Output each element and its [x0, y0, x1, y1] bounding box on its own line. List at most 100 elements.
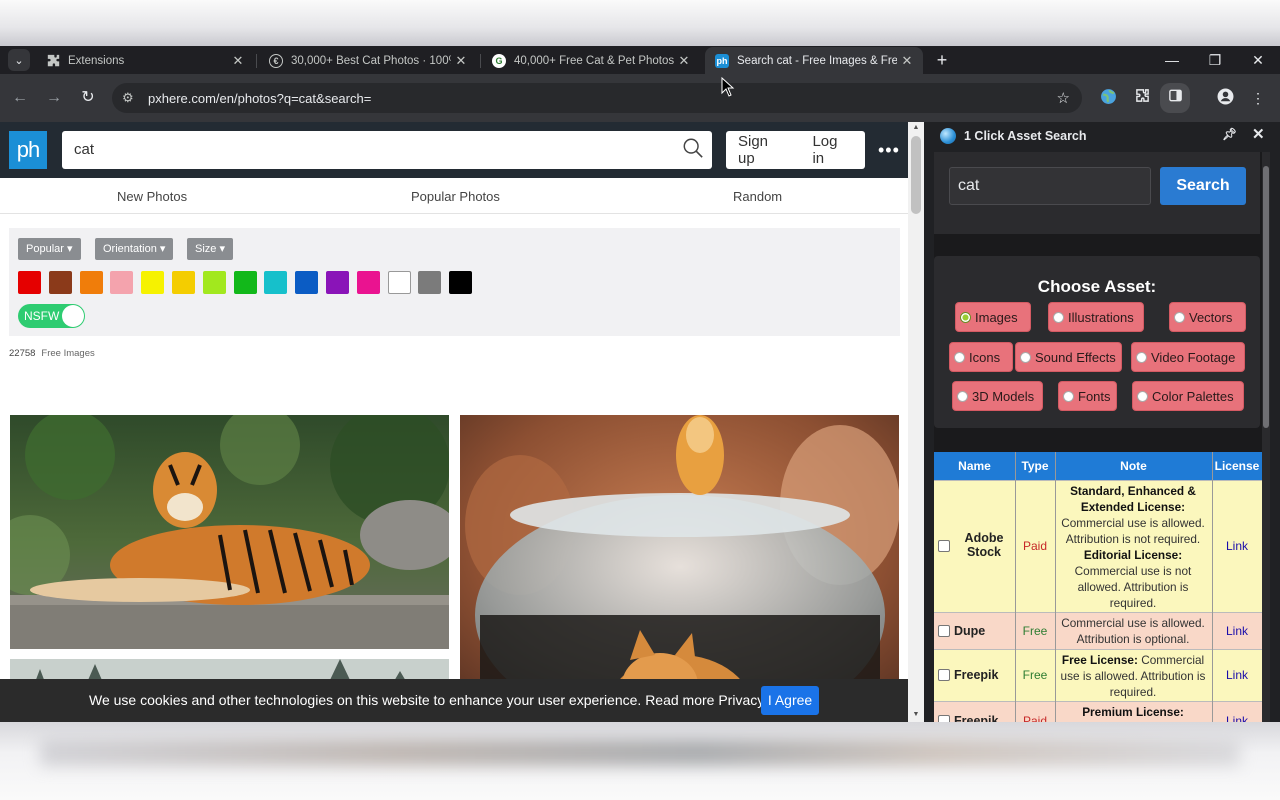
photo-cat-fishbowl[interactable]	[460, 415, 899, 722]
color-swatch[interactable]	[18, 271, 41, 294]
tab-cat-photos-1[interactable]: € 30,000+ Best Cat Photos · 100% Free ✕	[259, 47, 477, 74]
color-swatch[interactable]	[356, 271, 380, 294]
site-logo[interactable]: ph	[9, 131, 47, 169]
radio-icon[interactable]	[960, 311, 971, 323]
minimize-button[interactable]: —	[1152, 48, 1192, 72]
row-checkbox[interactable]	[938, 540, 950, 552]
address-bar[interactable]: ⚙ pxhere.com/en/photos?q=cat&search= ☆	[112, 83, 1082, 113]
color-swatch[interactable]	[264, 271, 288, 294]
extension-scrollbar[interactable]	[1262, 152, 1270, 722]
profile-icon[interactable]	[1215, 88, 1235, 108]
color-swatch[interactable]	[449, 271, 473, 294]
pin-icon[interactable]: 📌︎	[1222, 127, 1237, 141]
color-swatch[interactable]	[418, 271, 442, 294]
radio-icon[interactable]	[1137, 390, 1148, 402]
window-close-button[interactable]: ✕	[1238, 48, 1278, 72]
radio-icon[interactable]	[1136, 351, 1147, 363]
header-note: Note	[1120, 459, 1147, 473]
radio-icon[interactable]	[1063, 390, 1074, 402]
asset-option-color-palettes[interactable]: Color Palettes	[1132, 381, 1244, 411]
ph-logo-icon: ph	[715, 53, 729, 68]
photo-tiger[interactable]	[10, 415, 449, 649]
color-swatch[interactable]	[202, 271, 226, 294]
row-checkbox[interactable]	[938, 715, 950, 722]
signup-link[interactable]: Sign up	[726, 133, 800, 167]
row-checkbox[interactable]	[938, 669, 950, 681]
asset-option-3d-models[interactable]: 3D Models	[952, 381, 1043, 411]
asset-option-vectors[interactable]: Vectors	[1169, 302, 1246, 332]
radio-icon[interactable]	[954, 351, 965, 363]
asset-search-input[interactable]: cat	[949, 167, 1151, 205]
scrollbar-thumb[interactable]	[1263, 166, 1269, 428]
scroll-up-icon[interactable]: ▲	[908, 124, 924, 131]
note-text: Commercial use is not allowed. Attributi…	[1074, 564, 1192, 610]
radio-icon[interactable]	[957, 390, 968, 402]
asset-search-card: cat Search	[934, 152, 1260, 234]
asset-option-video-footage[interactable]: Video Footage	[1131, 342, 1245, 372]
license-link[interactable]: Link	[1212, 714, 1262, 722]
search-icon[interactable]	[682, 137, 704, 159]
nsfw-toggle[interactable]: NSFW	[18, 304, 85, 328]
asset-search-button[interactable]: Search	[1160, 167, 1246, 205]
bookmark-star-icon[interactable]: ☆	[1057, 89, 1070, 107]
site-search-input[interactable]: cat	[62, 131, 712, 169]
tab-title: 30,000+ Best Cat Photos · 100% Free	[291, 54, 451, 67]
page-scrollbar[interactable]: ▲ ▼	[908, 122, 924, 722]
site-info-icon[interactable]: ⚙	[122, 90, 142, 106]
size-dropdown[interactable]: Size ▾	[187, 238, 233, 260]
color-swatch[interactable]	[141, 271, 165, 294]
asset-option-icons[interactable]: Icons	[949, 342, 1013, 372]
color-swatch[interactable]	[48, 271, 72, 294]
asset-option-images[interactable]: Images	[955, 302, 1031, 332]
menu-kebab-icon[interactable]: ⋮	[1248, 88, 1268, 108]
asset-option-fonts[interactable]: Fonts	[1058, 381, 1117, 411]
popular-dropdown[interactable]: Popular ▾	[18, 238, 81, 260]
source-note: Standard, Enhanced & Extended License: C…	[1056, 483, 1210, 611]
tab-extensions[interactable]: Extensions ✕	[36, 47, 254, 74]
nav-random[interactable]: Random	[733, 189, 782, 204]
asset-option-sound-effects[interactable]: Sound Effects	[1015, 342, 1122, 372]
asset-option-illustrations[interactable]: Illustrations	[1048, 302, 1144, 332]
license-link[interactable]: Link	[1212, 539, 1262, 553]
more-menu-icon[interactable]: •••	[878, 140, 900, 161]
nav-popular-photos[interactable]: Popular Photos	[411, 189, 500, 204]
tab-search-cat[interactable]: ph Search cat - Free Images & Free Stock…	[705, 47, 923, 74]
radio-icon[interactable]	[1020, 351, 1031, 363]
color-swatch[interactable]	[295, 271, 319, 294]
license-link[interactable]: Link	[1212, 668, 1262, 682]
count-value: 22758	[9, 348, 36, 359]
radio-icon[interactable]	[1174, 311, 1185, 323]
color-swatch[interactable]	[326, 271, 349, 294]
color-swatch[interactable]	[387, 271, 411, 294]
tab-cat-photos-2[interactable]: G 40,000+ Free Cat & Pet Photos ✕	[482, 47, 700, 74]
side-panel-icon[interactable]	[1160, 83, 1190, 113]
scroll-down-icon[interactable]: ▼	[908, 711, 924, 718]
row-checkbox[interactable]	[938, 624, 950, 637]
restore-button[interactable]: ❐	[1195, 48, 1235, 72]
color-swatch[interactable]	[110, 271, 134, 294]
license-link[interactable]: Link	[1212, 624, 1262, 638]
color-swatch[interactable]	[172, 271, 195, 294]
tab-search-button[interactable]: ⌄	[8, 49, 30, 71]
globe-extension-icon[interactable]	[1098, 88, 1118, 108]
tab-strip: ⌄ Extensions ✕ € 30,000+ Best Cat Photos…	[0, 46, 1280, 74]
close-icon[interactable]: ✕	[228, 53, 248, 69]
close-icon[interactable]: ✕	[674, 53, 694, 69]
cookie-agree-button[interactable]: I Agree	[761, 686, 819, 715]
login-link[interactable]: Log in	[800, 133, 865, 167]
back-icon[interactable]: ←	[10, 88, 30, 108]
close-icon[interactable]: ✕	[897, 53, 917, 69]
forward-icon[interactable]: →	[44, 88, 64, 108]
new-tab-button[interactable]: +	[932, 49, 952, 71]
nav-new-photos[interactable]: New Photos	[117, 189, 187, 204]
close-icon[interactable]: ✕	[451, 53, 471, 69]
reload-icon[interactable]: ↻	[78, 88, 98, 108]
color-swatch[interactable]	[233, 271, 257, 294]
asset-option-label: Color Palettes	[1152, 388, 1234, 404]
color-swatch[interactable]	[79, 271, 103, 294]
scrollbar-thumb[interactable]	[911, 136, 921, 214]
extensions-puzzle-icon[interactable]	[1132, 88, 1152, 108]
close-icon[interactable]: ✕	[1252, 125, 1265, 143]
radio-icon[interactable]	[1053, 311, 1064, 323]
orientation-dropdown[interactable]: Orientation ▾	[95, 238, 174, 260]
